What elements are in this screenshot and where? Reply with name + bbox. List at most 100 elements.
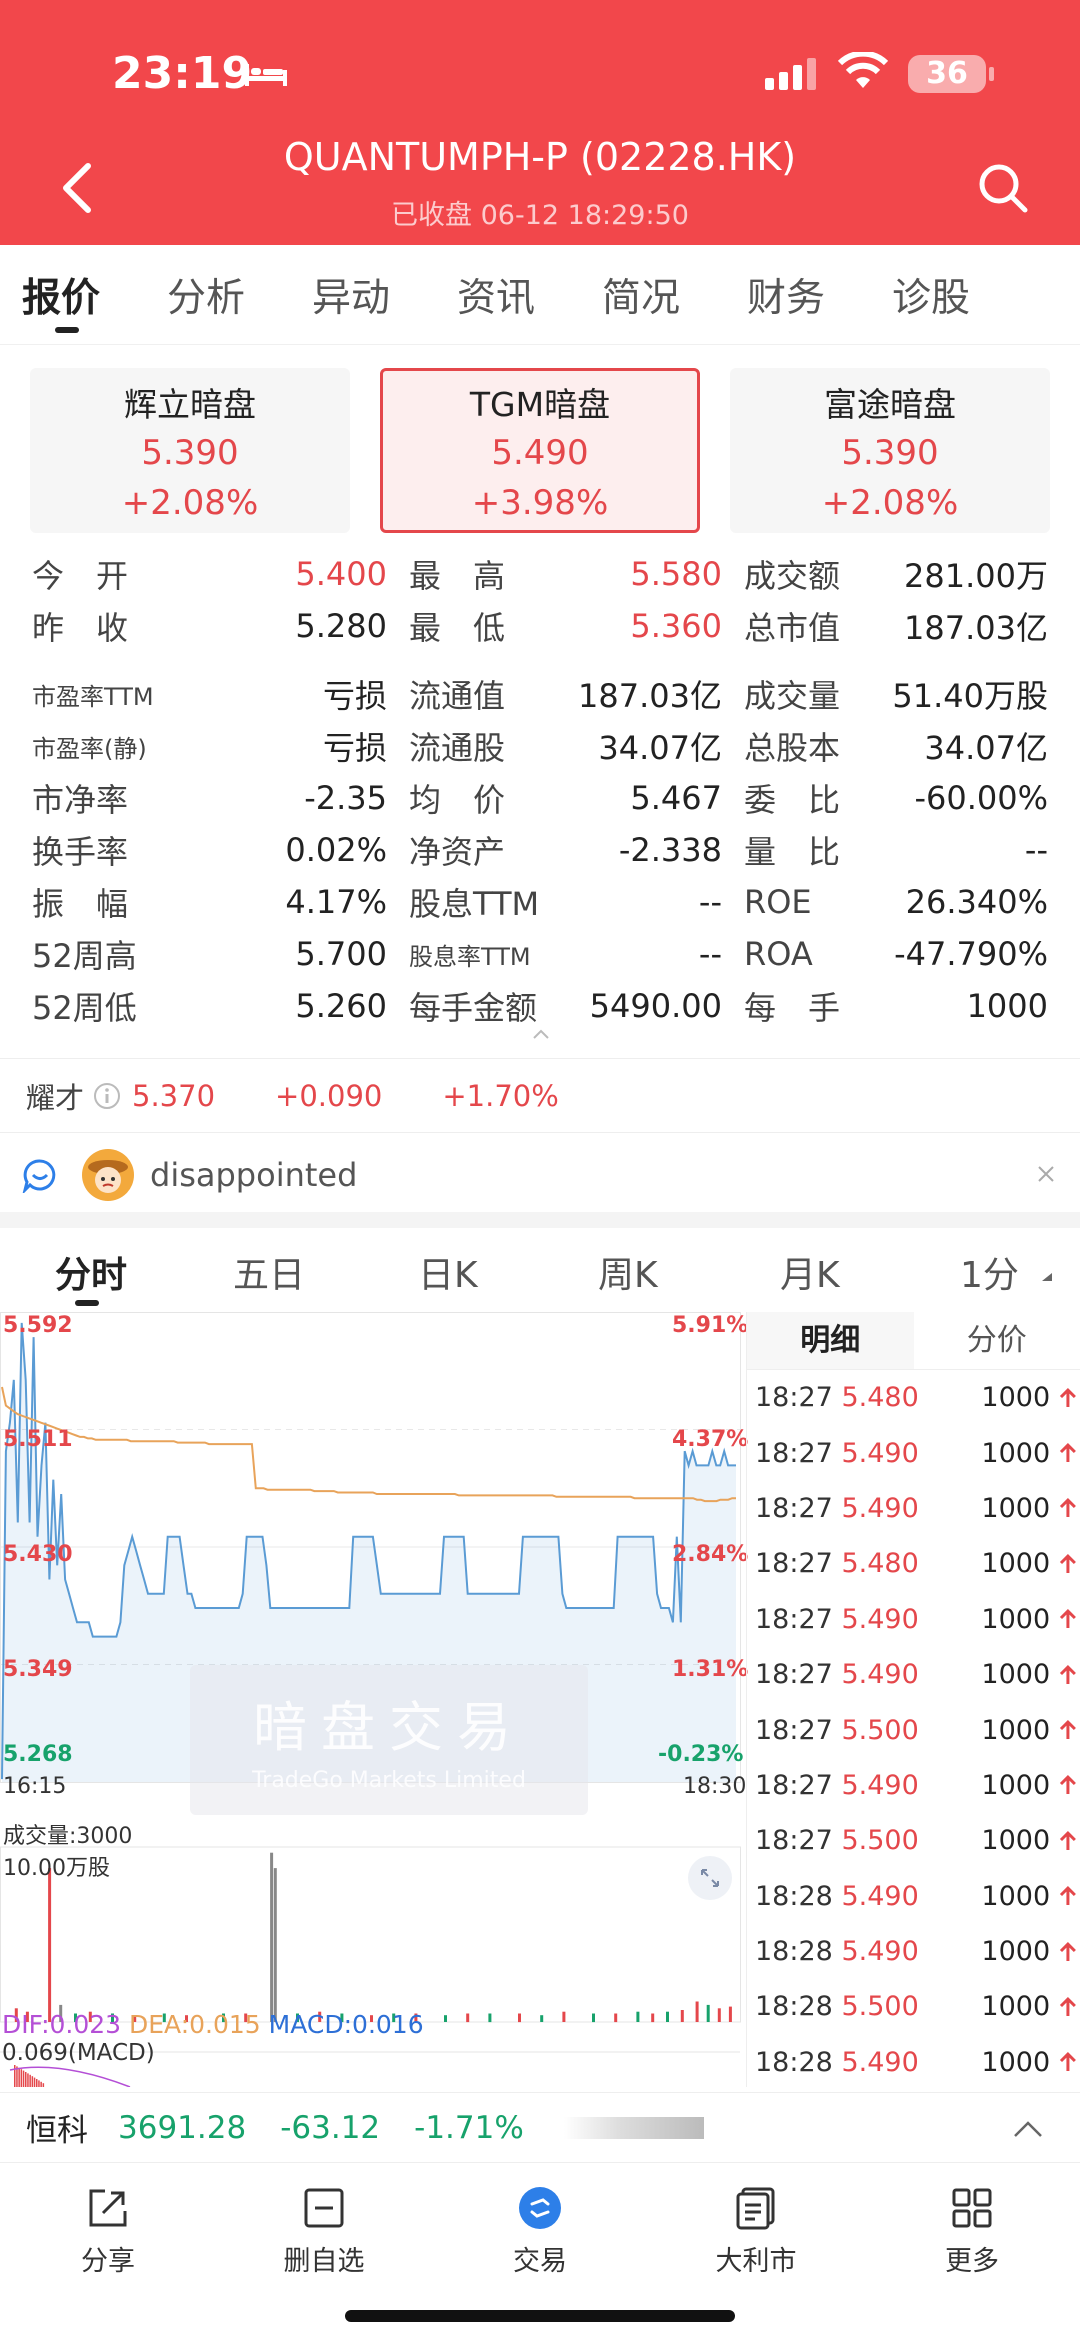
- detail-list[interactable]: 18:27 5.480 1000 18:27 5.490 1000 18:27 5.490 10…: [747, 1370, 1080, 2090]
- tab-financials[interactable]: 财务: [747, 267, 892, 323]
- up-arrow-icon: [1060, 1719, 1077, 1739]
- tab-movement[interactable]: 异动: [312, 267, 457, 323]
- stat-value: 5.400: [295, 555, 387, 593]
- macd-bar: [25, 2072, 27, 2087]
- volume-bar: [540, 2015, 544, 2022]
- trade-volume: 1000: [981, 1825, 1051, 1857]
- stat-label: 换手率: [32, 833, 129, 871]
- up-arrow-icon: [1060, 1553, 1077, 1573]
- trade-time: 18:27: [755, 1382, 833, 1414]
- volume-bar: [636, 2011, 640, 2022]
- darkpool-name: 辉立暗盘: [124, 385, 256, 424]
- dark-pool-quotes: 辉立暗盘 5.390 +2.08% TGM暗盘 5.490 +3.98% 富途暗…: [30, 368, 1050, 533]
- stat-label: 市盈率(静): [32, 734, 147, 763]
- trade-time: 18:28: [755, 1880, 833, 1912]
- stat-label: 委 比: [744, 781, 841, 819]
- darkpool-change: +2.08%: [121, 483, 259, 523]
- trade-price: 5.490: [841, 2046, 919, 2078]
- volume-bar: [695, 2001, 699, 2022]
- status-time: 23:19: [112, 48, 253, 99]
- watermark-subtitle: TradeGo Markets Limited: [252, 1768, 526, 1793]
- trade-row: 18:27 5.490 1000: [747, 1481, 1080, 1536]
- stat-label: ROE: [744, 883, 812, 921]
- pct-tick-label: 2.84%: [672, 1542, 749, 1567]
- chart-tab-weekly[interactable]: 周K: [598, 1246, 658, 1298]
- trade-row: 18:27 5.500 1000: [747, 1813, 1080, 1868]
- tab-trade-detail[interactable]: 明细: [747, 1312, 914, 1369]
- chart-tab-daily[interactable]: 日K: [418, 1246, 478, 1298]
- index-change-pct: -1.71%: [414, 2109, 524, 2146]
- tab-news[interactable]: 资讯: [457, 267, 602, 323]
- dalishi-button[interactable]: 大利市: [648, 2163, 864, 2292]
- dropdown-caret-icon[interactable]: [1040, 1272, 1054, 1282]
- up-arrow-icon: [1060, 1387, 1077, 1407]
- trade-volume: 1000: [981, 1936, 1051, 1968]
- tab-quote[interactable]: 报价: [22, 267, 167, 333]
- more-button[interactable]: 更多: [864, 2163, 1080, 2292]
- dalishi-label: 大利市: [715, 2246, 797, 2277]
- trade-volume: 1000: [981, 1492, 1051, 1524]
- volume-bar: [518, 2013, 521, 2023]
- darkpool-card-phillip[interactable]: 辉立暗盘 5.390 +2.08%: [30, 368, 350, 533]
- chart-tab-intraday[interactable]: 分时: [55, 1246, 127, 1306]
- tab-price-breakdown[interactable]: 分价: [914, 1312, 1080, 1369]
- share-button[interactable]: 分享: [0, 2163, 216, 2292]
- darkpool-name: 富途暗盘: [824, 385, 956, 424]
- trade-time: 18:27: [755, 1659, 833, 1691]
- tab-profile[interactable]: 简况: [602, 267, 747, 323]
- collapse-stats-icon[interactable]: [532, 1028, 550, 1040]
- tab-analysis[interactable]: 分析: [167, 267, 312, 323]
- stat-value: 0.02%: [285, 831, 387, 869]
- stat-value: 亏损: [322, 677, 387, 715]
- trade-icon: [519, 2187, 561, 2229]
- index-ticker-bar[interactable]: 恒科 3691.28 -63.12 -1.71%: [0, 2092, 1080, 2162]
- macd-dif: DIF:0.023: [2, 2010, 122, 2039]
- macd-bar: [36, 2079, 38, 2087]
- divider: [0, 1058, 1080, 1059]
- chart-tab-monthly[interactable]: 月K: [780, 1246, 840, 1298]
- volume-bar: [48, 1868, 52, 2022]
- stat-label: 每手金额: [409, 989, 538, 1027]
- info-icon[interactable]: [92, 1081, 122, 1111]
- stats-row: 市净率 -2.35 均 价 5.467 委 比 -60.00%: [32, 772, 1048, 824]
- stat-label: 均 价: [409, 781, 506, 819]
- index-change: -63.12: [280, 2109, 381, 2146]
- trade-price: 5.490: [841, 1769, 919, 1801]
- cellular-signal-icon: [765, 58, 816, 90]
- section-separator: [0, 1212, 1080, 1228]
- comment-notice[interactable]: disappointed: [22, 1146, 1062, 1204]
- volume-bar: [562, 2011, 566, 2022]
- volume-label: 成交量:3000: [3, 1824, 133, 1849]
- expand-chart-icon[interactable]: [688, 1856, 732, 1900]
- sleep-focus-icon: [245, 64, 287, 86]
- stats-row: 今 开 5.400 最 高 5.580 成交额 281.00万: [32, 548, 1048, 600]
- stat-label: 流通值: [409, 677, 506, 715]
- trade-button[interactable]: 交易: [432, 2163, 648, 2292]
- darkpool-card-tgm[interactable]: TGM暗盘 5.490 +3.98%: [380, 368, 700, 533]
- tab-diagnosis[interactable]: 诊股: [892, 267, 1037, 323]
- stats-row: 52周高 5.700 股息率TTM -- ROA -47.790%: [32, 928, 1048, 980]
- darkpool-card-futu[interactable]: 富途暗盘 5.390 +2.08%: [730, 368, 1050, 533]
- stats-row: 换手率 0.02% 净资产 -2.338 量 比 --: [32, 824, 1048, 876]
- search-icon[interactable]: [975, 160, 1031, 216]
- stat-label: 成交量: [744, 677, 841, 715]
- chevron-up-icon[interactable]: [1012, 2119, 1044, 2139]
- trade-time: 18:27: [755, 1714, 833, 1746]
- stat-label: 昨 收: [32, 609, 129, 647]
- close-icon[interactable]: [1036, 1164, 1056, 1184]
- chart-tab-5day[interactable]: 五日: [233, 1246, 305, 1298]
- trade-time: 18:28: [755, 1936, 833, 1968]
- stats-row: 市盈率TTM 亏损 流通值 187.03亿 成交量 51.40万股: [32, 668, 1048, 720]
- volume-bar: [680, 2010, 684, 2022]
- trade-price: 5.490: [841, 1492, 919, 1524]
- up-arrow-icon: [1060, 1498, 1077, 1518]
- up-arrow-icon: [1060, 1886, 1077, 1906]
- macd-bar: [20, 2069, 23, 2087]
- up-arrow-icon: [1060, 1830, 1077, 1850]
- stat-label: 总市值: [744, 609, 841, 647]
- macd-scale-label: 0.069(MACD): [2, 2040, 155, 2066]
- remove-watchlist-button[interactable]: 删自选: [216, 2163, 432, 2292]
- trade-time: 18:28: [755, 2046, 833, 2078]
- macd-bar: [29, 2074, 31, 2087]
- chart-tab-1min[interactable]: 1分: [960, 1246, 1019, 1298]
